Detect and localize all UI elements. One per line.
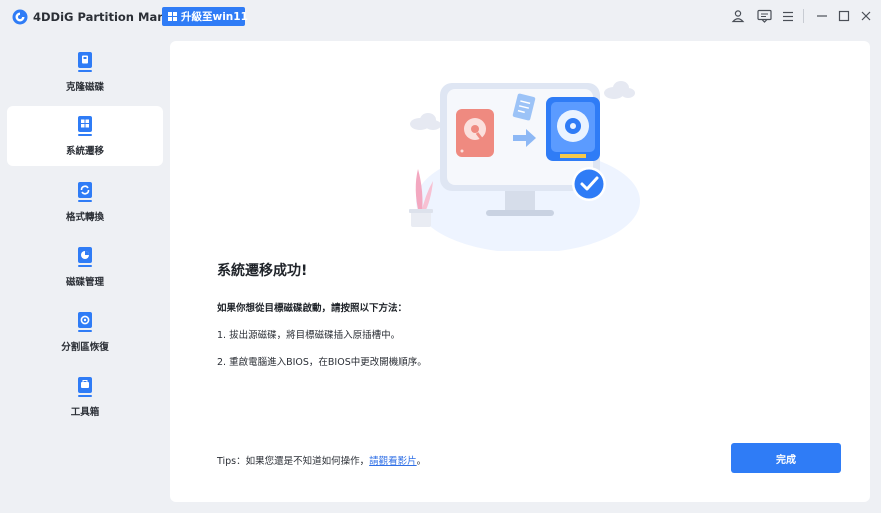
minimize-icon[interactable] [814,8,830,24]
cloud-icon [410,113,441,130]
sidebar-item-partition-recovery[interactable]: 分割區恢復 [7,302,163,362]
sidebar-item-disk-management[interactable]: 磁碟管理 [7,237,163,297]
done-button[interactable]: 完成 [731,443,841,473]
disk-management-icon [78,247,92,267]
sidebar-item-label: 系統遷移 [65,146,104,157]
system-migration-icon [78,116,92,136]
windows-icon [168,12,177,21]
sidebar-item-label: 分割區恢復 [61,342,109,353]
tips-text: Tips：如果您還是不知道如何操作，請觀看影片。 [217,453,426,467]
cloud-icon [604,81,635,99]
sidebar-item-clone-disk[interactable]: 克隆磁碟 [7,42,163,102]
clone-disk-icon [78,52,92,72]
instructions-heading: 如果你想從目標磁碟啟動，請按照以下方法： [217,303,408,314]
sidebar-item-toolbox[interactable]: 工具箱 [7,367,163,427]
instruction-step: 2. 重啟電腦進入BIOS，在BIOS中更改開機順序。 [217,357,427,368]
format-convert-icon [78,182,92,202]
target-disk-icon [546,97,600,161]
main-panel: 系統遷移成功! 如果你想從目標磁碟啟動，請按照以下方法： 1. 拔出源磁碟，將目… [170,41,870,502]
app-logo-icon [12,9,28,25]
feedback-icon[interactable] [756,8,772,24]
sidebar-item-system-migration[interactable]: 系統遷移 [7,106,163,166]
partition-recovery-icon [78,312,92,332]
success-check-icon [572,167,606,201]
result-title: 系統遷移成功! [217,263,308,279]
instruction-step: 1. 拔出源磁碟，將目標磁碟插入原插槽中。 [217,330,401,341]
sidebar-item-label: 工具箱 [70,407,100,418]
sidebar: 克隆磁碟 系統遷移 格式轉換 磁碟管理 分割區恢復 工具箱 [0,40,170,510]
sidebar-item-label: 磁碟管理 [65,277,104,288]
toolbox-icon [78,377,92,397]
tips-suffix: 。 [416,456,427,467]
upgrade-win11-button[interactable]: 升級至win11 [162,7,248,26]
sidebar-item-label: 格式轉換 [65,212,104,223]
upgrade-label: 升級至win11 [181,11,248,23]
tips-prefix: Tips：如果您還是不知道如何操作， [217,456,370,467]
close-icon[interactable] [858,8,874,24]
user-icon[interactable] [730,8,746,24]
sidebar-item-label: 克隆磁碟 [65,82,104,93]
title-bar: 4DDiG Partition Manager 升級至win11 [0,0,881,34]
migration-success-illustration [409,81,640,251]
watch-video-link[interactable]: 請觀看影片 [369,456,417,467]
menu-icon[interactable] [780,8,796,24]
source-disk-icon [456,109,494,157]
maximize-icon[interactable] [836,8,852,24]
sidebar-item-format-convert[interactable]: 格式轉換 [7,172,163,232]
titlebar-divider [803,9,804,23]
